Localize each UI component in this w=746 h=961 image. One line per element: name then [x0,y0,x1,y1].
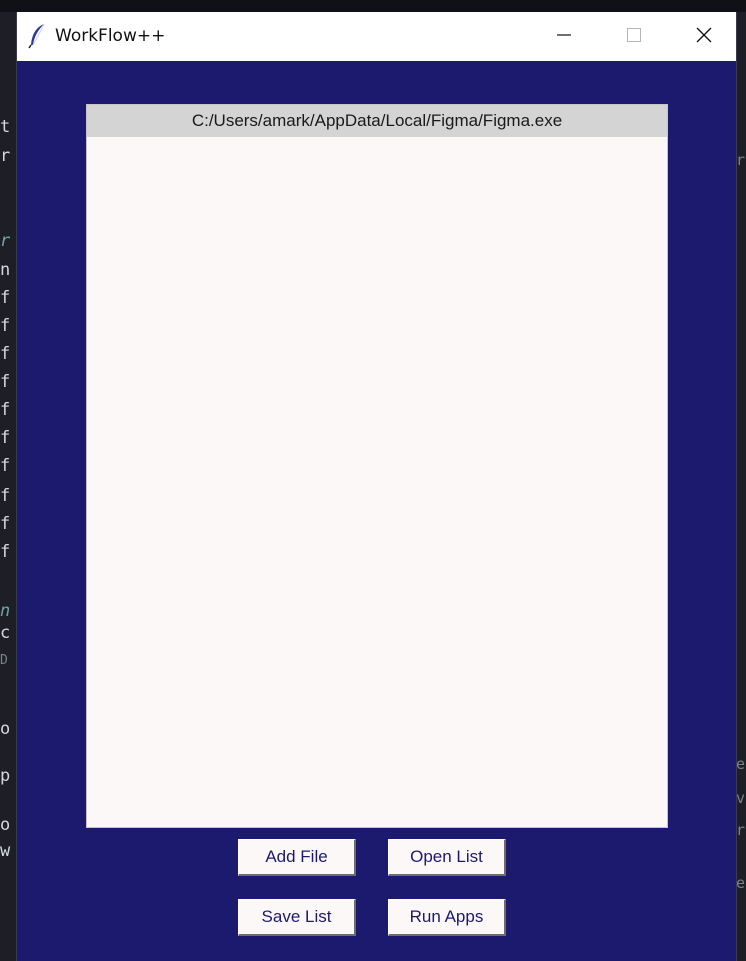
background-code-char: r [0,231,11,251]
background-topbar [0,0,746,12]
background-code-char: f [0,456,11,476]
background-code-char: f [0,514,11,534]
background-code-char: o [0,719,11,739]
background-code-char: n [0,601,11,621]
background-code-char: r [736,151,746,169]
window-title: WorkFlow++ [55,26,166,46]
background-code-char: f [0,542,11,562]
close-button[interactable] [669,12,739,61]
background-code-char: c [0,623,11,643]
background-code-char: t [0,117,11,137]
background-code-char: v [736,789,746,807]
background-code-char: e [736,874,746,892]
add-file-button[interactable]: Add File [238,839,356,876]
background-code-char: f [0,288,11,308]
background-code-char: f [0,316,11,336]
open-list-button[interactable]: Open List [388,839,506,876]
background-code-char: w [0,841,11,861]
background-code-char: f [0,344,11,364]
minimize-icon [556,27,572,47]
background-code-char: f [0,486,11,506]
background-code-char: r [0,146,11,166]
feather-icon [27,23,49,49]
save-list-button[interactable]: Save List [238,899,356,936]
background-code-char: f [0,400,11,420]
background-code-char: f [0,372,11,392]
list-item-selected[interactable]: C:/Users/amark/AppData/Local/Figma/Figma… [87,105,667,137]
background-code-char: r [736,821,746,839]
title-bar[interactable]: WorkFlow++ [17,12,736,61]
minimize-button[interactable] [529,12,599,61]
maximize-button[interactable] [599,12,669,61]
background-code-char: e [736,755,746,773]
run-apps-button[interactable]: Run Apps [388,899,506,936]
maximize-icon [626,27,642,47]
background-code-char: n [0,260,11,280]
workflow-window: WorkFlow++ C:/Users/amark/AppData/Local/… [16,12,737,961]
background-code-char: p [0,766,11,786]
close-icon [695,26,713,48]
background-code-char: o [0,815,11,835]
background-code-char: f [0,428,11,448]
background-code-char: D [0,653,8,668]
file-listbox[interactable]: C:/Users/amark/AppData/Local/Figma/Figma… [86,104,668,828]
